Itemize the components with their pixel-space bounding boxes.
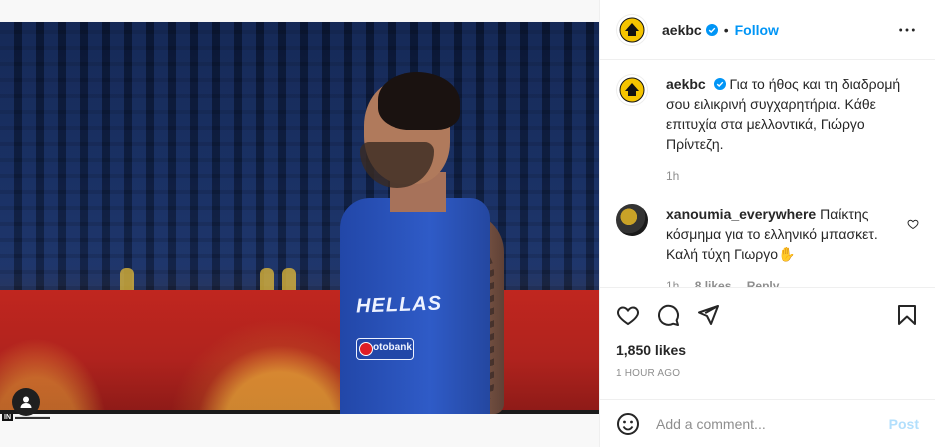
photo-watermark: IN ▬▬▬▬▬ xyxy=(2,414,50,421)
caption-time[interactable]: 1h xyxy=(666,169,679,183)
bookmark-icon[interactable] xyxy=(895,303,919,327)
post-timestamp[interactable]: 1 HOUR AGO xyxy=(616,368,680,379)
emoji-icon[interactable] xyxy=(616,412,640,436)
comment-username[interactable]: xanoumia_everywhere xyxy=(666,206,816,222)
aek-logo-icon xyxy=(619,17,645,42)
commenter-avatar[interactable] xyxy=(616,204,648,236)
caption-avatar[interactable] xyxy=(616,74,648,106)
jersey-sponsor: otobank xyxy=(356,338,414,360)
comments-list[interactable]: aekbc Για το ήθος και τη διαδρομή σου ει… xyxy=(600,60,935,288)
likes-count[interactable]: 1,850 likes xyxy=(616,342,686,358)
more-options-icon[interactable] xyxy=(897,20,917,40)
caption-username[interactable]: aekbc xyxy=(666,76,706,92)
instagram-post-modal: HELLAS otobank IN ▬▬▬▬▬ aekbc • Follow a… xyxy=(0,0,935,447)
player-figure: HELLAS otobank xyxy=(330,72,530,414)
heart-icon[interactable] xyxy=(616,303,640,327)
aek-logo-icon xyxy=(619,77,645,103)
post-side-panel: aekbc • Follow aekbc Για το ήθος και τη … xyxy=(599,0,935,447)
add-comment-bar: Post xyxy=(600,399,935,447)
comment-likes[interactable]: 8 likes xyxy=(695,279,732,287)
header-username[interactable]: aekbc xyxy=(662,22,702,38)
reply-button[interactable]: Reply xyxy=(747,279,780,287)
action-bar xyxy=(600,292,935,338)
comment-time[interactable]: 1h xyxy=(666,279,679,287)
post-photo: HELLAS otobank xyxy=(0,22,599,414)
comment-like-heart-icon[interactable] xyxy=(907,218,919,230)
user-tag-icon[interactable] xyxy=(12,388,40,416)
caption-row: aekbc Για το ήθος και τη διαδρομή σου ει… xyxy=(616,74,919,186)
post-button[interactable]: Post xyxy=(889,416,919,432)
paper-plane-icon[interactable] xyxy=(696,303,720,327)
comment-input[interactable] xyxy=(656,415,889,432)
comment-row: xanoumia_everywhere Παίκτης κόσμημα για … xyxy=(616,204,919,287)
verified-badge-icon xyxy=(705,23,718,36)
comment-icon[interactable] xyxy=(656,303,680,327)
player-jersey: HELLAS otobank xyxy=(340,198,490,414)
post-header: aekbc • Follow xyxy=(600,0,935,60)
verified-badge-icon xyxy=(713,78,726,90)
aek-avatar[interactable] xyxy=(616,13,648,46)
jersey-text: HELLAS xyxy=(355,292,443,318)
follow-button[interactable]: Follow xyxy=(735,22,779,38)
separator-dot: • xyxy=(723,21,729,38)
post-media[interactable]: HELLAS otobank IN ▬▬▬▬▬ xyxy=(0,0,599,447)
